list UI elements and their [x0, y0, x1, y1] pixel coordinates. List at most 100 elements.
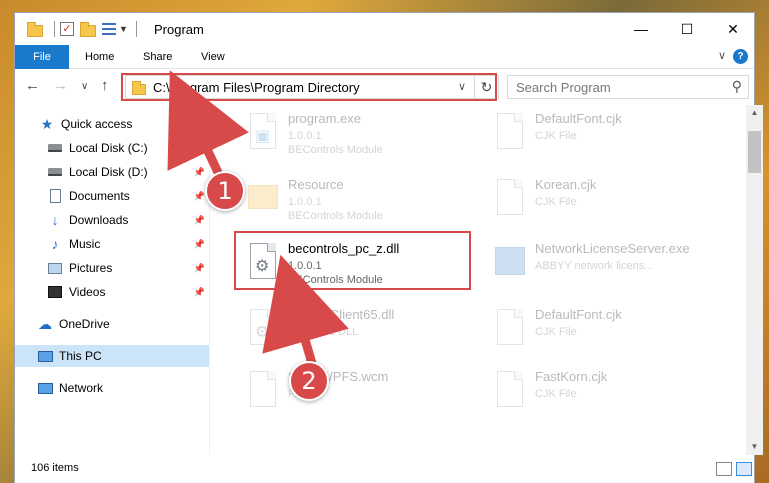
- title-separator: [135, 21, 137, 37]
- maximize-button[interactable]: ☐: [664, 13, 710, 45]
- sidebar-item-videos[interactable]: Videos 📌: [15, 281, 209, 303]
- file-type: CJK File: [535, 388, 577, 400]
- item-count: 106 items: [31, 462, 79, 474]
- network-icon: [37, 381, 53, 395]
- file-icon: [248, 371, 278, 409]
- search-icon[interactable]: ⚲: [732, 78, 742, 95]
- quick-access-toolbar: ✓ ▼: [27, 21, 142, 37]
- pin-icon[interactable]: 📌: [194, 215, 205, 226]
- this-pc-icon: [37, 349, 53, 363]
- file-type: Resource DLL: [288, 326, 359, 338]
- file-icon: [495, 179, 525, 217]
- sidebar-item-label: Local Disk (C:): [69, 141, 148, 155]
- file-name: Korean.cjk: [535, 177, 597, 192]
- address-highlight-box: [121, 73, 497, 101]
- scrollbar-thumb[interactable]: [748, 131, 761, 173]
- disk-icon: [47, 165, 63, 179]
- properties-check-icon[interactable]: ✓: [60, 22, 74, 36]
- file-tile[interactable]: Resource 1.0.0.1 BEControls Module: [238, 171, 468, 227]
- search-input[interactable]: Search Program: [516, 80, 611, 95]
- status-bar: 106 items: [15, 455, 754, 483]
- expand-ribbon-chevron-icon[interactable]: ∨: [718, 49, 726, 62]
- help-icon[interactable]: ?: [733, 49, 748, 64]
- sidebar-item-network[interactable]: Network: [15, 377, 209, 399]
- sidebar-item-local-disk-c[interactable]: Local Disk (C:) 📌: [15, 137, 209, 159]
- pin-icon[interactable]: 📌: [194, 143, 205, 154]
- documents-icon: [47, 189, 63, 203]
- pin-icon[interactable]: 📌: [194, 287, 205, 298]
- sidebar-item-label: This PC: [59, 349, 102, 363]
- disk-icon: [47, 141, 63, 155]
- file-name: DefaultFont.cjk: [535, 111, 622, 126]
- up-arrow-icon[interactable]: ↑: [101, 77, 109, 94]
- sidebar-item-pictures[interactable]: Pictures 📌: [15, 257, 209, 279]
- file-type: CJK File: [535, 326, 577, 338]
- sidebar-item-label: Quick access: [61, 117, 133, 131]
- scroll-down-icon[interactable]: ▼: [746, 439, 763, 455]
- sidebar-item-local-disk-d[interactable]: Local Disk (D:) 📌: [15, 161, 209, 183]
- file-tile[interactable]: ScrollWPFS.wcm File: [238, 363, 468, 419]
- sidebar-item-label: Pictures: [69, 261, 113, 275]
- file-name: program.exe: [288, 111, 361, 126]
- file-tile[interactable]: DefaultFont.cjk CJK File: [485, 105, 715, 161]
- tiles-view-icon[interactable]: [736, 462, 752, 476]
- sidebar-item-label: Videos: [69, 285, 106, 299]
- file-tile[interactable]: Korean.cjk CJK File: [485, 171, 715, 227]
- sidebar-item-label: Downloads: [69, 213, 129, 227]
- pin-icon[interactable]: 📌: [194, 239, 205, 250]
- file-name: FastKorn.cjk: [535, 369, 608, 384]
- scroll-up-icon[interactable]: ▲: [746, 105, 763, 121]
- details-view-icon[interactable]: [716, 462, 732, 476]
- new-folder-icon[interactable]: [80, 21, 96, 37]
- sidebar-item-label: Music: [69, 237, 101, 251]
- back-arrow-icon[interactable]: ←: [25, 77, 40, 94]
- sidebar-item-onedrive[interactable]: ☁ OneDrive: [15, 313, 209, 335]
- file-version: 1.0.0.1: [288, 196, 322, 208]
- file-type: CJK File: [535, 130, 577, 142]
- recent-locations-chevron-icon[interactable]: ∨: [81, 81, 88, 92]
- file-icon: [495, 113, 525, 151]
- vertical-scrollbar[interactable]: ▲ ▼: [746, 105, 763, 455]
- pin-icon[interactable]: 📌: [194, 191, 205, 202]
- ribbon-tabs: File Home Share View ∨ ?: [15, 45, 754, 69]
- step-2-badge: 2: [289, 361, 329, 401]
- file-version: 1.0.0.1: [288, 130, 322, 142]
- minimize-button[interactable]: —: [618, 13, 664, 45]
- close-button[interactable]: ✕: [710, 13, 756, 45]
- sidebar-item-downloads[interactable]: ↓ Downloads 📌: [15, 209, 209, 231]
- file-name: NetworkLicenseServer.exe: [535, 241, 690, 256]
- file-tile[interactable]: FastKorn.cjk CJK File: [485, 363, 715, 419]
- exe-file-icon: [495, 243, 525, 281]
- file-tile[interactable]: NetworkLicenseServer.exe ABBYY network l…: [485, 235, 715, 291]
- dll-file-icon: ⚙: [248, 309, 278, 347]
- file-highlight-box: [234, 231, 471, 290]
- sidebar-item-quick-access[interactable]: ★ Quick access: [15, 113, 209, 135]
- sidebar-item-label: OneDrive: [59, 317, 110, 331]
- tab-view[interactable]: View: [187, 45, 239, 69]
- title-bar: ✓ ▼ Program — ☐ ✕: [15, 13, 754, 45]
- tab-home[interactable]: Home: [71, 45, 128, 69]
- file-tile[interactable]: ▣ program.exe 1.0.0.1 BEControls Module: [238, 105, 468, 161]
- file-tile[interactable]: DefaultFont.cjk CJK File: [485, 301, 715, 357]
- sidebar-item-this-pc[interactable]: This PC: [15, 345, 209, 367]
- forward-arrow-icon[interactable]: →: [53, 77, 68, 94]
- file-name: UpdateClient65.dll: [288, 307, 395, 322]
- view-options-icon[interactable]: [102, 23, 116, 35]
- sidebar-item-documents[interactable]: Documents 📌: [15, 185, 209, 207]
- file-description: BEControls Module: [288, 210, 383, 222]
- sidebar-item-label: Network: [59, 381, 104, 395]
- file-explorer-window: ✓ ▼ Program — ☐ ✕ File Home Share View ∨…: [14, 12, 763, 483]
- file-type: CJK File: [535, 196, 577, 208]
- tab-file[interactable]: File: [15, 45, 69, 69]
- file-tile[interactable]: ⚙ UpdateClient65.dll Resource DLL: [238, 301, 468, 357]
- search-box[interactable]: Search Program ⚲: [507, 75, 749, 99]
- tab-share[interactable]: Share: [129, 45, 186, 69]
- sidebar-item-music[interactable]: ♪ Music 📌: [15, 233, 209, 255]
- pin-icon[interactable]: 📌: [194, 167, 205, 178]
- step-1-badge: 1: [205, 171, 245, 211]
- pin-icon[interactable]: 📌: [194, 263, 205, 274]
- downloads-icon: ↓: [51, 212, 59, 228]
- file-description: ABBYY network licens...: [535, 260, 654, 272]
- customize-toolbar-chevron-icon[interactable]: ▼: [119, 24, 128, 34]
- file-name: Resource: [288, 177, 344, 192]
